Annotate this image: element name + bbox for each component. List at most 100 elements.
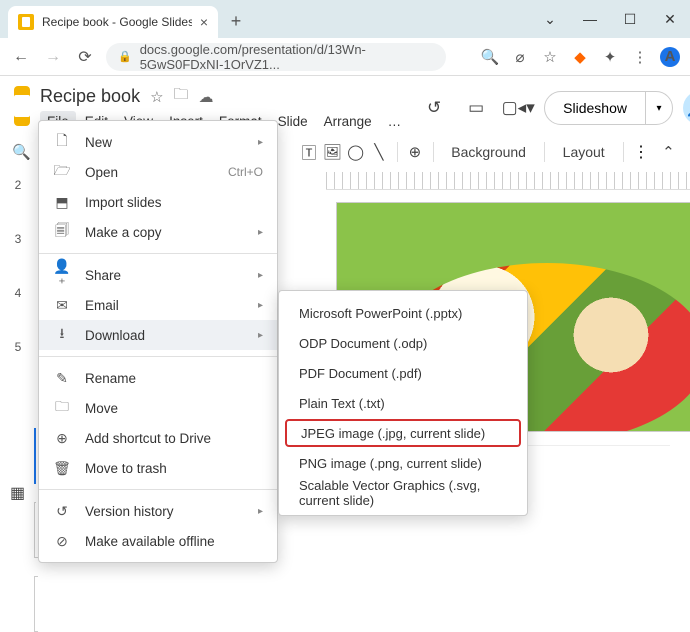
bookmark-icon[interactable]: ☆ [540, 47, 560, 67]
translate-icon[interactable]: ⌀ [510, 47, 530, 67]
move-icon: 🗀 [53, 396, 71, 420]
comments-icon[interactable]: ▭ [460, 92, 492, 124]
chevron-right-icon: ▸ [258, 227, 263, 238]
address-bar: ← → ⟳ 🔒 docs.google.com/presentation/d/1… [0, 38, 690, 76]
folder-open-icon: 🗁 [53, 160, 71, 184]
star-icon[interactable]: ☆ [150, 88, 163, 106]
download-submenu: Microsoft PowerPoint (.pptx) ODP Documen… [278, 290, 528, 516]
thumb-num: 5 [15, 340, 22, 354]
thumb-num: 2 [15, 178, 22, 192]
grid-view-icon[interactable]: ▦ [10, 483, 25, 503]
toolbar-more-icon[interactable]: ⋮ [631, 138, 650, 166]
file-menu-open[interactable]: 🗁 Open Ctrl+O [39, 157, 277, 187]
file-menu-rename[interactable]: ✎ Rename [39, 363, 277, 393]
thumb-num: 4 [15, 286, 22, 300]
url-text: docs.google.com/presentation/d/13Wn-5GwS… [140, 42, 434, 72]
extensions-icon[interactable]: ✦ [600, 47, 620, 67]
drive-shortcut-icon: ⊕ [53, 430, 71, 447]
file-menu-dropdown: 🗋 New ▸ 🗁 Open Ctrl+O ⬒ Import slides 🗐 … [38, 120, 278, 563]
url-box[interactable]: 🔒 docs.google.com/presentation/d/13Wn-5G… [106, 43, 446, 71]
move-folder-icon[interactable]: 🗀 [174, 84, 189, 109]
close-window-icon[interactable]: ✕ [656, 11, 684, 28]
slides-logo[interactable] [14, 86, 30, 126]
import-icon: ⬒ [53, 194, 71, 211]
file-menu-version-history[interactable]: ↺ Version history ▸ [39, 496, 277, 526]
chevron-right-icon: ▸ [258, 300, 263, 311]
thumb-num: 3 [15, 232, 22, 246]
chevron-right-icon: ▸ [258, 137, 263, 148]
download-svg[interactable]: Scalable Vector Graphics (.svg, current … [285, 479, 521, 507]
slide-thumbnail[interactable] [34, 576, 38, 632]
collapse-panel-icon[interactable]: ⌃ [659, 138, 678, 166]
tab-title: Recipe book - Google Slides [42, 15, 192, 29]
slideshow-button-group: Slideshow ▾ [544, 91, 673, 125]
chevron-right-icon: ▸ [258, 330, 263, 341]
cloud-status-icon[interactable]: ☁ [199, 88, 214, 106]
browser-tab[interactable]: Recipe book - Google Slides × [8, 6, 218, 38]
meet-icon[interactable]: ▢◂▾ [502, 92, 534, 124]
download-png[interactable]: PNG image (.png, current slide) [285, 449, 521, 477]
minimize-icon[interactable]: — [576, 11, 604, 27]
new-doc-icon: 🗋 [53, 130, 71, 154]
file-menu-add-shortcut[interactable]: ⊕ Add shortcut to Drive [39, 423, 277, 453]
download-pdf[interactable]: PDF Document (.pdf) [285, 359, 521, 387]
maximize-icon[interactable]: ☐ [616, 11, 644, 28]
trash-icon: 🗑 [53, 460, 71, 477]
file-menu-make-copy[interactable]: 🗐 Make a copy ▸ [39, 217, 277, 247]
file-menu-trash[interactable]: 🗑 Move to trash [39, 453, 277, 483]
share-icon: 👤⁺ [53, 258, 71, 292]
history-icon: ↺ [53, 503, 71, 520]
file-menu-download[interactable]: ⭳ Download ▸ [39, 320, 277, 350]
close-tab-icon[interactable]: × [200, 14, 208, 30]
window-controls: ⌄ — ☐ ✕ [536, 0, 684, 38]
comment-add-icon[interactable]: ⊕ [405, 138, 424, 166]
brave-icon[interactable]: ◆ [570, 47, 590, 67]
download-icon: ⭳ [53, 323, 71, 347]
forward-button[interactable]: → [42, 46, 64, 68]
back-button[interactable]: ← [10, 46, 32, 68]
copy-icon: 🗐 [53, 220, 71, 244]
search-icon[interactable]: 🔍 [480, 47, 500, 67]
menu-dots-icon[interactable]: ⋮ [630, 47, 650, 67]
browser-tabstrip: Recipe book - Google Slides × + ⌄ — ☐ ✕ [0, 0, 690, 38]
reload-button[interactable]: ⟳ [74, 46, 96, 68]
browser-avatar[interactable]: A [660, 47, 680, 67]
browser-actions: 🔍 ⌀ ☆ ◆ ✦ ⋮ A [480, 47, 680, 67]
doc-title[interactable]: Recipe book [40, 86, 140, 107]
search-menus-icon[interactable]: 🔍 [12, 138, 31, 166]
menu-more[interactable]: … [381, 111, 409, 132]
download-pptx[interactable]: Microsoft PowerPoint (.pptx) [285, 299, 521, 327]
download-odp[interactable]: ODP Document (.odp) [285, 329, 521, 357]
shortcut-label: Ctrl+O [228, 165, 263, 179]
background-button[interactable]: Background [441, 144, 536, 160]
chevron-right-icon: ▸ [258, 270, 263, 281]
chevron-down-icon[interactable]: ⌄ [536, 11, 564, 28]
layout-button[interactable]: Layout [553, 144, 615, 160]
rename-icon: ✎ [53, 370, 71, 387]
file-menu-new[interactable]: 🗋 New ▸ [39, 127, 277, 157]
image-icon[interactable]: 🖼 [323, 138, 342, 166]
file-menu-move[interactable]: 🗀 Move [39, 393, 277, 423]
menu-arrange[interactable]: Arrange [317, 111, 379, 132]
lock-icon: 🔒 [118, 50, 132, 63]
file-menu-offline[interactable]: ⊘ Make available offline [39, 526, 277, 556]
email-icon: ✉ [53, 297, 71, 314]
chevron-right-icon: ▸ [258, 506, 263, 517]
line-icon[interactable]: ╲ [369, 138, 388, 166]
shape-icon[interactable]: ◯ [346, 138, 365, 166]
slideshow-button[interactable]: Slideshow [545, 92, 646, 124]
slides-favicon [18, 14, 34, 30]
textbox-icon[interactable]: 🅃 [299, 138, 318, 166]
offline-icon: ⊘ [53, 533, 71, 550]
slideshow-dropdown[interactable]: ▾ [646, 92, 672, 124]
download-txt[interactable]: Plain Text (.txt) [285, 389, 521, 417]
history-icon[interactable]: ↺ [418, 92, 450, 124]
download-jpg[interactable]: JPEG image (.jpg, current slide) [285, 419, 521, 447]
file-menu-import[interactable]: ⬒ Import slides [39, 187, 277, 217]
ruler-horizontal [326, 172, 690, 190]
file-menu-email[interactable]: ✉ Email ▸ [39, 290, 277, 320]
filmstrip-numbers: 2 3 4 5 [0, 172, 36, 513]
share-button[interactable]: 👤⁺ [683, 91, 690, 125]
new-tab-button[interactable]: + [222, 7, 250, 35]
file-menu-share[interactable]: 👤⁺ Share ▸ [39, 260, 277, 290]
